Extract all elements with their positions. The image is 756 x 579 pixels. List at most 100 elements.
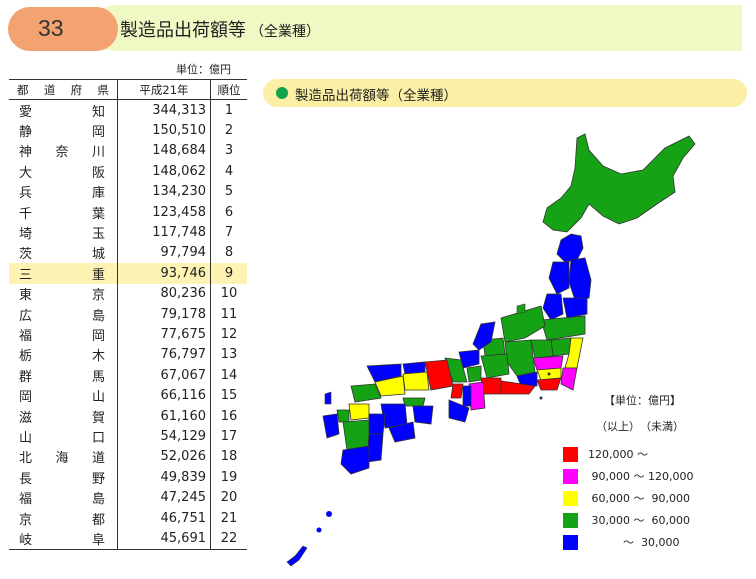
cell-rank: 22 [210, 528, 247, 550]
prefecture-char: 賀 [91, 410, 105, 426]
map-region-saga [336, 409, 350, 423]
cell-rank: 6 [224, 204, 234, 220]
table-row: 埼玉 117,748 7 [9, 222, 247, 243]
cell-prefecture: 千葉 [9, 201, 118, 223]
prefecture-char: 福 [19, 492, 33, 508]
map-region-islet [326, 511, 332, 517]
table-row: 東京 80,236 10 [9, 283, 247, 304]
map-region-kumamoto [342, 419, 370, 451]
map-region-islet [316, 527, 322, 533]
cell-value: 52,026 [117, 446, 211, 468]
prefecture-char: 道 [91, 451, 105, 467]
prefecture-char: 庫 [91, 186, 105, 202]
legend-label: 30,000 〜 60,000 [588, 514, 690, 527]
prefecture-char: 玉 [91, 227, 105, 243]
legend-swatch [563, 468, 578, 484]
cell-prefecture: 大阪 [9, 161, 118, 182]
prefecture-char: 東 [19, 288, 33, 304]
prefecture-char: 奈 [55, 145, 69, 161]
cell-rank: 1 [224, 102, 234, 118]
legend-item: 〜 30,000 [563, 534, 679, 550]
cell-prefecture: 長野 [9, 467, 118, 488]
map-region-okayama [402, 371, 430, 391]
map-region-chiba [560, 367, 578, 391]
prefecture-char: 神 [19, 145, 33, 161]
column-header-value: 平成21年 [117, 79, 211, 100]
cell-prefecture: 茨城 [9, 242, 118, 264]
cell-value: 49,839 [117, 467, 211, 488]
column-header-prefecture-char: 府 [70, 82, 83, 97]
prefecture-char: 長 [19, 471, 33, 487]
prefecture-char: 広 [19, 308, 33, 324]
map-region-fukuoka [348, 403, 370, 421]
cell-rank: 18 [220, 449, 238, 465]
map-region-islet [547, 372, 551, 376]
cell-prefecture: 三重 [9, 263, 118, 284]
table-row: 群馬 67,067 14 [9, 365, 247, 386]
cell-value: 46,751 [117, 507, 211, 529]
table-row: 滋賀 61,160 16 [9, 405, 247, 427]
prefecture-char: 阜 [91, 532, 105, 548]
cell-prefecture: 滋賀 [9, 405, 118, 427]
cell-value: 67,067 [117, 365, 211, 386]
map-region-oita [368, 413, 386, 435]
map-region-miyagi [562, 297, 588, 319]
column-header-prefecture-char: 県 [97, 82, 109, 97]
map-region-kagawa [402, 397, 426, 407]
legend-item: 30,000 〜 60,000 [563, 512, 690, 528]
cell-rank: 13 [220, 347, 238, 363]
cell-rank: 16 [220, 408, 238, 424]
prefecture-char: 島 [91, 308, 105, 324]
cell-value: 93,746 [117, 263, 211, 284]
map-region-sado [516, 303, 526, 315]
prefecture-char: 城 [91, 247, 105, 263]
map-region-tochigi [550, 337, 572, 357]
unit-note: 単位：億円 [176, 63, 231, 76]
prefecture-char: 重 [91, 267, 105, 283]
map-region-islet [539, 396, 543, 400]
cell-value: 77,675 [117, 324, 211, 345]
cell-prefecture: 山口 [9, 426, 118, 447]
cell-value: 148,684 [117, 140, 211, 162]
cell-prefecture: 京都 [9, 507, 118, 529]
table-row: 愛知 344,313 1 [9, 99, 247, 121]
cell-rank: 8 [224, 245, 234, 261]
prefecture-char: 京 [19, 512, 33, 528]
prefecture-char: 兵 [19, 186, 33, 202]
cell-value: 47,245 [117, 487, 211, 508]
prefecture-char: 岡 [91, 125, 105, 141]
page-title-banner: 製造品出荷額等 （全業種） [92, 5, 742, 51]
map-region-gunma [530, 339, 554, 359]
table-row: 北 海 道 52,026 18 [9, 446, 247, 468]
legend-swatch [563, 534, 578, 550]
map-region-akita [548, 261, 570, 295]
cell-value: 97,794 [117, 242, 211, 264]
cell-rank: 19 [220, 469, 238, 485]
prefecture-char: 大 [19, 165, 33, 181]
legend-swatch [563, 490, 578, 506]
table-row: 茨城 97,794 8 [9, 242, 247, 264]
prefecture-char: 都 [91, 512, 105, 528]
prefecture-char: 愛 [19, 104, 33, 120]
prefecture-char: 千 [19, 206, 33, 222]
table-row: 福島 47,245 20 [9, 487, 247, 508]
map-region-nagano [504, 339, 536, 377]
cell-value: 45,691 [117, 528, 211, 550]
prefecture-char: 山 [19, 430, 33, 446]
prefecture-char: 山 [91, 390, 105, 406]
prefecture-char: 埼 [19, 227, 33, 243]
cell-prefecture: 愛知 [9, 99, 118, 121]
cell-prefecture: 北海道 [9, 446, 118, 468]
cell-prefecture: 兵庫 [9, 181, 118, 202]
legend-item: 90,000 〜 120,000 [563, 468, 693, 484]
prefecture-char: 福 [19, 328, 33, 344]
table-row: 福岡 77,675 12 [9, 324, 247, 345]
cell-value: 123,458 [117, 201, 211, 223]
column-header-prefecture-char: 道 [43, 82, 56, 97]
cell-prefecture: 群馬 [9, 365, 118, 386]
prefecture-char: 岐 [19, 532, 33, 548]
cell-rank: 17 [220, 428, 238, 444]
cell-value: 61,160 [117, 405, 211, 427]
table-row: 静岡 150,510 2 [9, 120, 247, 141]
map-region-tokushima [412, 405, 434, 425]
